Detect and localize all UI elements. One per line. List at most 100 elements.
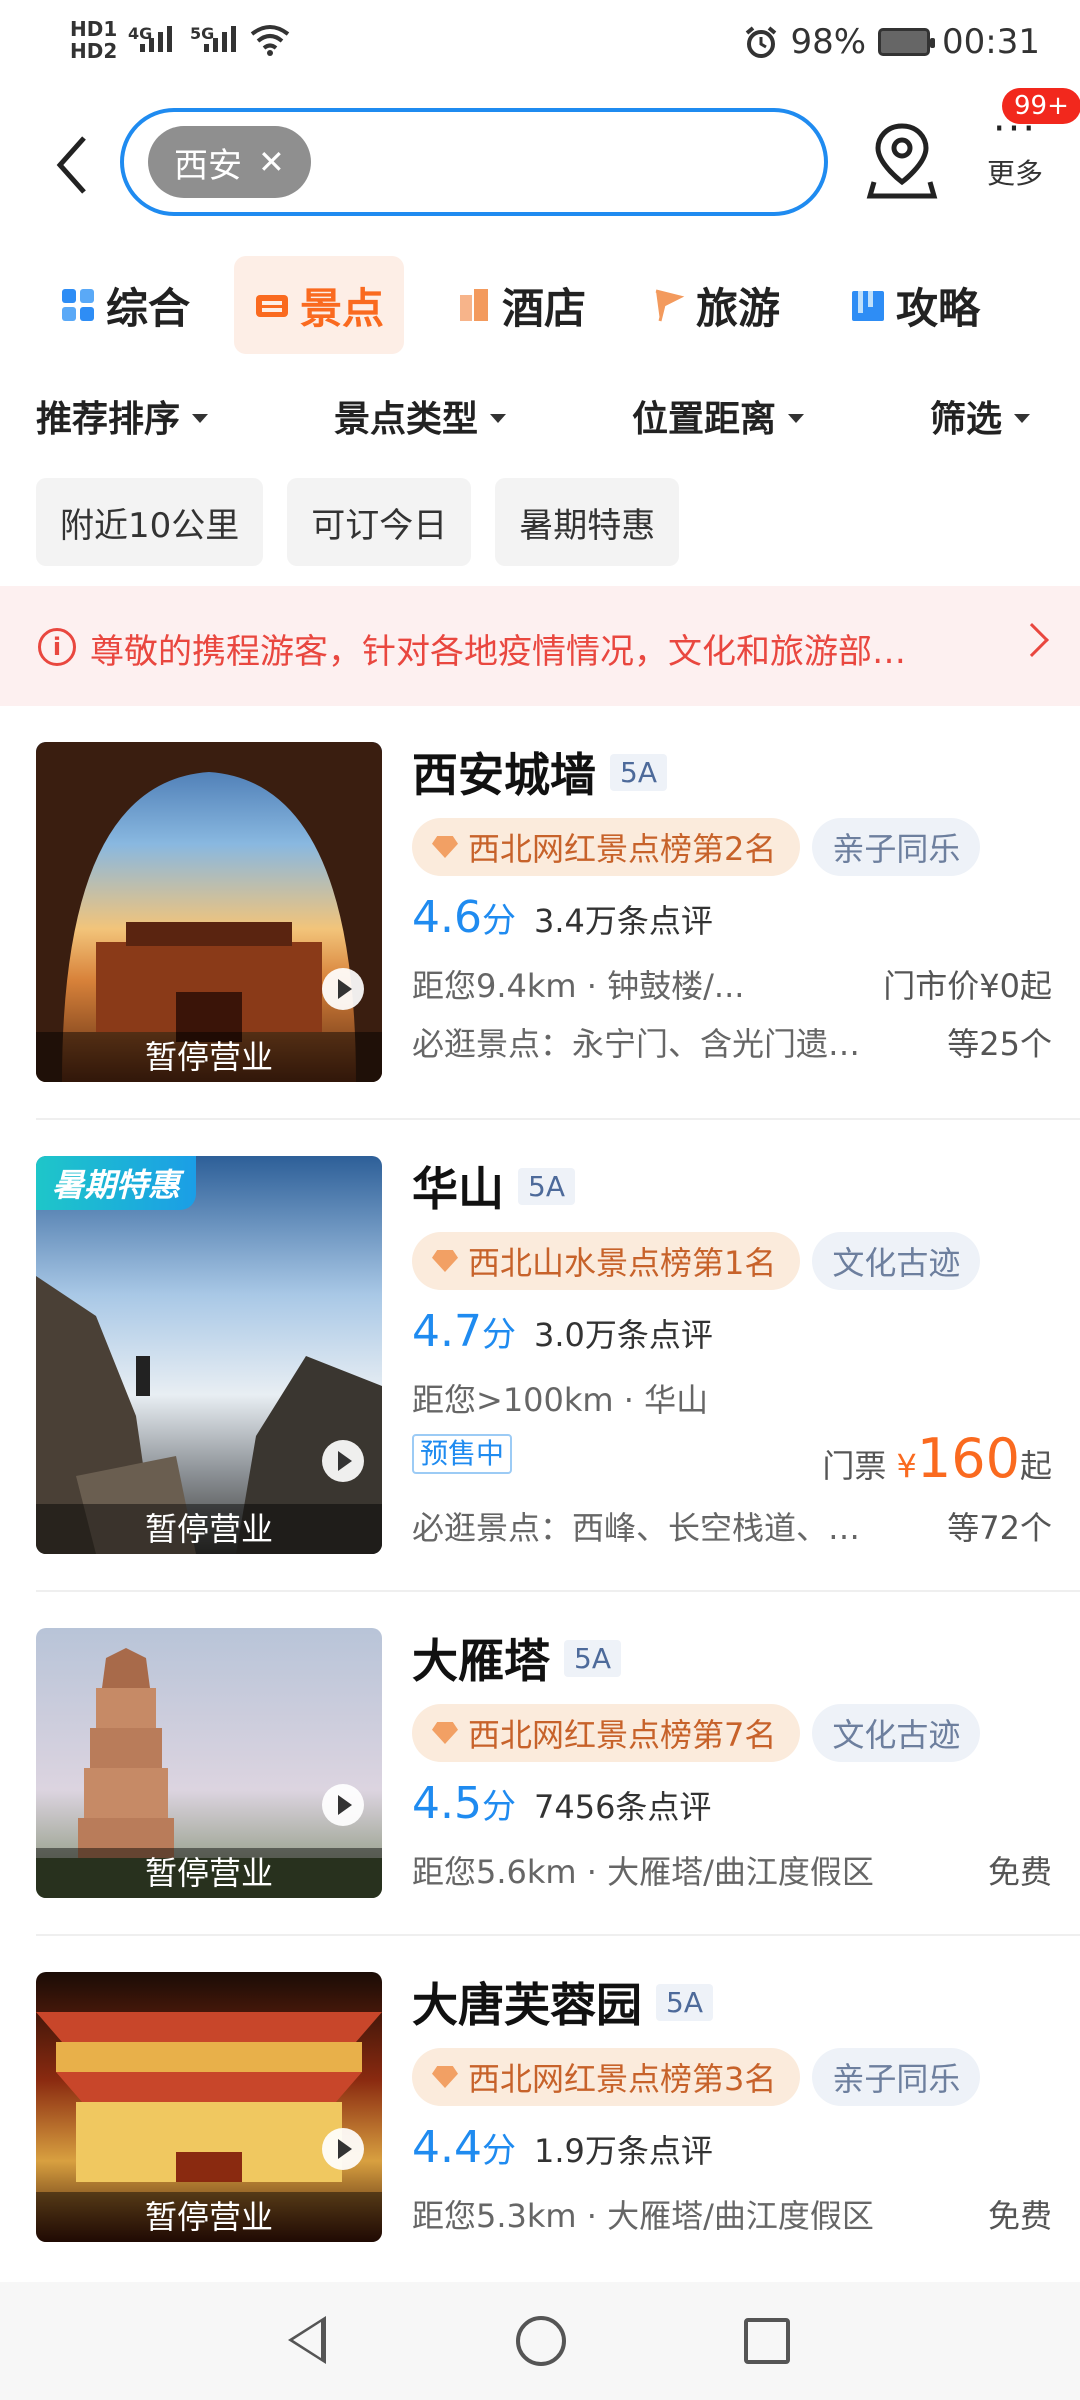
nav-back-icon[interactable] — [288, 2316, 326, 2364]
category-tag: 亲子同乐 — [812, 818, 981, 876]
tab-label: 综合 — [106, 283, 191, 333]
play-icon[interactable] — [322, 2128, 364, 2170]
must-see-count: 等72个 — [947, 1509, 1052, 1547]
play-icon[interactable] — [322, 1784, 364, 1826]
wifi-icon — [250, 25, 290, 56]
play-icon[interactable] — [322, 1440, 364, 1482]
score: 4.7分 — [412, 1306, 516, 1357]
notice-banner[interactable]: i 尊敬的携程游客，针对各地疫情情况，文化和旅游部… — [0, 586, 1080, 706]
score-value: 4.4 — [412, 2122, 482, 2173]
divider — [36, 1934, 1080, 1936]
level-badge: 5A — [518, 1167, 575, 1205]
category-tag: 文化古迹 — [812, 1704, 981, 1762]
must-see-count: 等25个 — [947, 1025, 1052, 1063]
filter-bookable-today[interactable]: 可订今日 — [287, 478, 472, 566]
system-nav-bar — [0, 2282, 1080, 2400]
score: 4.5分 — [412, 1778, 516, 1829]
category-tabs: 综合 景点 酒店 旅游 攻略 — [0, 256, 1080, 356]
price-suffix: 起 — [1019, 1447, 1052, 1485]
distance: 距您>100km · 华山 — [412, 1381, 709, 1419]
closed-label: 暂停营业 — [36, 1848, 382, 1898]
review-count: 1.9万条点评 — [533, 2132, 713, 2170]
status-bar: HD1 HD2 4G 5G 98% 00:31 — [0, 0, 1080, 96]
item-info: 大唐芙蓉园 5A 西北网红景点榜第3名 亲子同乐 4.4分 1.9万条点评 距您… — [412, 1972, 1052, 2235]
must-see: 必逛景点：西峰、长空栈道、… — [412, 1509, 861, 1547]
price-prefix: 门票 — [822, 1447, 887, 1485]
score-value: 4.5 — [412, 1778, 482, 1829]
clock: 00:31 — [942, 22, 1040, 62]
score-unit: 分 — [481, 901, 516, 941]
sight-thumbnail[interactable]: 暂停营业 — [36, 1628, 382, 1898]
filter-summer-deal[interactable]: 暑期特惠 — [495, 478, 680, 566]
play-icon[interactable] — [322, 968, 364, 1010]
level-badge: 5A — [610, 753, 667, 791]
hd1-label: HD1 — [70, 17, 118, 41]
closed-label: 暂停营业 — [36, 1504, 382, 1554]
tab-label: 酒店 — [502, 283, 587, 333]
rank-tag[interactable]: 西北网红景点榜第3名 — [412, 2048, 801, 2106]
caret-down-icon — [788, 413, 805, 423]
sort-label: 位置距离 — [632, 399, 777, 440]
ticket-icon — [256, 295, 288, 317]
must-see: 必逛景点：永宁门、含光门遗… — [412, 1025, 861, 1063]
chevron-right-icon — [1015, 623, 1049, 657]
divider — [36, 1118, 1080, 1120]
sight-title: 大唐芙蓉园 — [412, 1978, 642, 2032]
rank-tag[interactable]: 西北网红景点榜第2名 — [412, 818, 801, 876]
flag-icon — [655, 289, 685, 322]
price: 免费 — [987, 1853, 1052, 1891]
sort-recommended[interactable]: 推荐排序 — [36, 390, 209, 442]
rank-label: 西北网红景点榜第2名 — [468, 830, 777, 868]
tab-sights[interactable]: 景点 — [234, 256, 405, 354]
wall-image — [36, 742, 382, 1082]
sight-title: 华山 — [412, 1162, 504, 1216]
price: 门市价¥0起 — [883, 967, 1052, 1005]
clear-icon[interactable]: ✕ — [258, 143, 285, 181]
item-info: 华山 5A 西北山水景点榜第1名 文化古迹 4.7分 3.0万条点评 距您>10… — [412, 1156, 1052, 1547]
caret-down-icon — [490, 413, 507, 423]
tab-overall[interactable]: 综合 — [40, 256, 210, 354]
sort-sight-type[interactable]: 景点类型 — [334, 390, 507, 442]
rank-tag[interactable]: 西北网红景点榜第7名 — [412, 1704, 801, 1762]
price-symbol: ¥ — [896, 1447, 917, 1485]
rank-label: 西北网红景点榜第3名 — [468, 2060, 777, 2098]
info-icon: i — [38, 628, 76, 666]
price-amount: ¥160 — [896, 1427, 1020, 1490]
sort-bar: 推荐排序 景点类型 位置距离 筛选 — [0, 390, 1080, 450]
tab-guides[interactable]: 攻略 — [830, 256, 1000, 354]
sort-distance[interactable]: 位置距离 — [632, 390, 805, 442]
promo-badge: 暑期特惠 — [36, 1156, 197, 1210]
filter-nearby[interactable]: 附近10公里 — [36, 478, 264, 566]
quick-filters: 附近10公里 可订今日 暑期特惠 — [36, 478, 680, 566]
more-button[interactable]: ··· 更多 — [970, 109, 1060, 192]
sight-thumbnail[interactable]: 暂停营业 — [36, 742, 382, 1082]
divider — [36, 1590, 1080, 1592]
tab-hotels[interactable]: 酒店 — [436, 256, 606, 354]
presale-badge: 预售中 — [412, 1434, 513, 1474]
level-badge: 5A — [656, 1983, 713, 2021]
nav-recents-icon[interactable] — [744, 2318, 790, 2364]
price: 免费 — [987, 2197, 1052, 2235]
sort-filter[interactable]: 筛选 — [930, 390, 1031, 442]
sim-indicator: HD1 HD2 — [70, 18, 117, 62]
rank-tag[interactable]: 西北山水景点榜第1名 — [412, 1232, 801, 1290]
closed-label: 暂停营业 — [36, 2192, 382, 2242]
distance: 距您9.4km · 钟鼓楼/... — [412, 967, 745, 1005]
tab-label: 攻略 — [896, 283, 981, 333]
level-badge: 5A — [564, 1639, 621, 1677]
sight-thumbnail[interactable]: 暂停营业 — [36, 1972, 382, 2242]
battery-percent: 98% — [790, 22, 867, 62]
message-badge: 99+ — [1002, 88, 1080, 124]
search-chip[interactable]: 西安 ✕ — [148, 126, 311, 198]
hd2-label: HD2 — [70, 39, 118, 63]
sight-title: 西安城墙 — [412, 748, 596, 802]
map-location-icon[interactable] — [866, 120, 938, 200]
tab-travel[interactable]: 旅游 — [630, 256, 800, 354]
notice-text: 尊敬的携程游客，针对各地疫情情况，文化和旅游部… — [90, 632, 906, 672]
score: 4.4分 — [412, 2122, 516, 2173]
back-arrow-icon[interactable] — [48, 130, 98, 200]
search-header: 西安 ✕ ··· 更多 — [0, 100, 1080, 230]
nav-home-icon[interactable] — [516, 2316, 566, 2366]
search-input[interactable]: 西安 ✕ — [120, 108, 828, 216]
sight-thumbnail[interactable]: 暑期特惠 暂停营业 — [36, 1156, 382, 1554]
